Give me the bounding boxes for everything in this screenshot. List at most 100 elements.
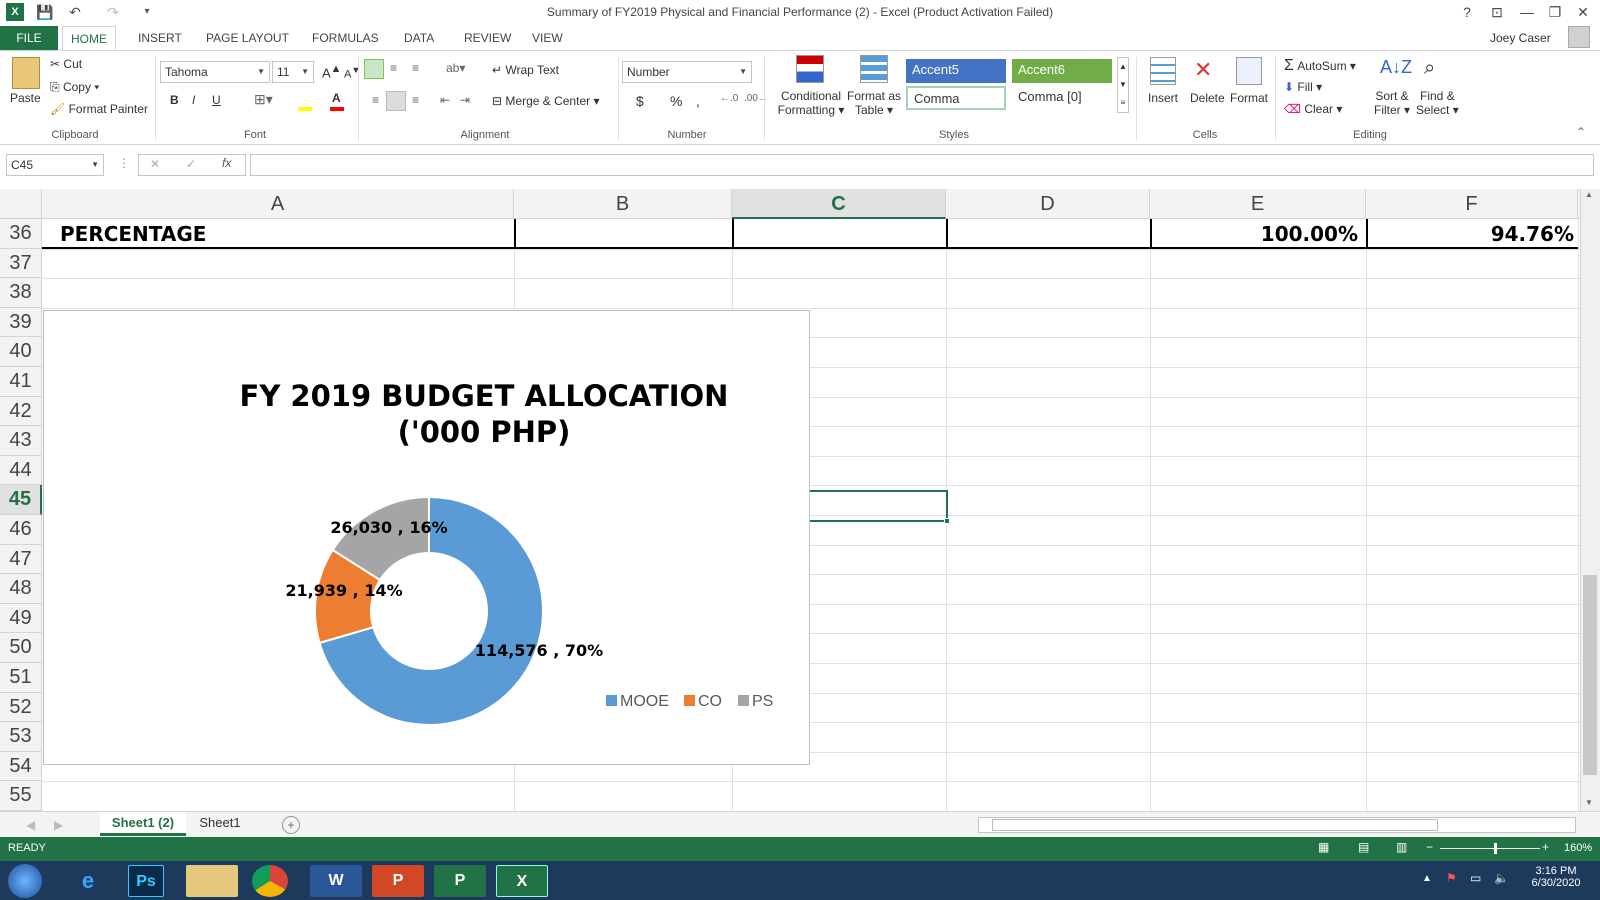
row-header-44[interactable]: 44: [0, 455, 42, 486]
action-center-icon[interactable]: ⚑: [1446, 871, 1457, 885]
sort-filter-button[interactable]: Sort & Filter ▾: [1374, 89, 1410, 117]
internet-explorer-icon[interactable]: e: [62, 865, 114, 897]
align-right-icon[interactable]: ≡: [412, 93, 419, 107]
photoshop-icon[interactable]: Ps: [128, 865, 164, 897]
comma-button[interactable]: ,: [696, 93, 700, 109]
style-comma[interactable]: Comma: [906, 86, 1006, 110]
insert-cells-icon[interactable]: [1150, 57, 1176, 85]
fill-handle[interactable]: [944, 518, 950, 524]
taskbar-clock[interactable]: 3:16 PM 6/30/2020: [1528, 865, 1584, 889]
row-header-47[interactable]: 47: [0, 544, 42, 575]
tab-home[interactable]: HOME: [62, 26, 116, 51]
align-left-icon[interactable]: ≡: [372, 93, 379, 107]
cell-f36[interactable]: 94.76%: [1366, 222, 1574, 246]
vertical-scroll-thumb[interactable]: [1583, 575, 1597, 775]
word-icon[interactable]: W: [310, 865, 362, 897]
tab-formulas[interactable]: FORMULAS: [304, 26, 387, 50]
cell-a36[interactable]: PERCENTAGE: [60, 222, 206, 246]
cell-e36[interactable]: 100.00%: [1150, 222, 1358, 246]
font-color-icon[interactable]: [330, 107, 344, 111]
decrease-indent-icon[interactable]: ⇤: [440, 93, 450, 107]
name-box[interactable]: C45 ▼: [6, 154, 104, 176]
row-header-50[interactable]: 50: [0, 633, 42, 663]
sheet-tab-sheet1-2[interactable]: Sheet1 (2): [100, 812, 186, 836]
font-size-select[interactable]: 11 ▼: [272, 61, 314, 83]
column-header-a[interactable]: A: [42, 189, 514, 219]
tab-file[interactable]: FILE: [0, 26, 58, 50]
format-button[interactable]: Format: [1230, 91, 1268, 105]
bold-button[interactable]: B: [170, 93, 179, 107]
clear-button[interactable]: ⌫ Clear ▾: [1284, 102, 1342, 116]
font-name-select[interactable]: Tahoma ▼: [160, 61, 270, 83]
row-header-54[interactable]: 54: [0, 751, 42, 782]
add-sheet-button[interactable]: +: [282, 816, 300, 834]
row-header-42[interactable]: 42: [0, 396, 42, 427]
avatar[interactable]: [1568, 26, 1590, 48]
page-break-view-icon[interactable]: ▥: [1396, 840, 1407, 854]
paste-icon[interactable]: [12, 57, 40, 89]
fill-color-icon[interactable]: [298, 107, 312, 111]
conditional-formatting-icon[interactable]: [796, 55, 824, 83]
normal-view-icon[interactable]: ▦: [1318, 840, 1329, 854]
binoculars-icon[interactable]: ⌕: [1424, 57, 1435, 80]
volume-icon[interactable]: 🔈: [1494, 871, 1509, 885]
bottom-align-icon[interactable]: ≡: [412, 61, 419, 75]
style-accent6[interactable]: Accent6: [1012, 59, 1112, 83]
zoom-out-button[interactable]: −: [1426, 840, 1433, 854]
cancel-icon[interactable]: ✕: [150, 157, 160, 171]
paste-button[interactable]: Paste: [10, 91, 41, 105]
increase-decimal-icon[interactable]: ←.0: [720, 93, 738, 104]
next-sheet-icon[interactable]: ▶: [54, 818, 63, 832]
styles-scroll-icon[interactable]: ▲ ▼ ≡: [1117, 57, 1129, 113]
conditional-formatting-button[interactable]: Conditional Formatting ▾: [776, 89, 846, 117]
sheet-tab-sheet1[interactable]: Sheet1: [190, 812, 250, 836]
enter-icon[interactable]: ✓: [186, 157, 196, 171]
powerpoint-icon[interactable]: P: [372, 865, 424, 897]
column-header-c[interactable]: C: [732, 189, 946, 219]
row-header-51[interactable]: 51: [0, 663, 42, 693]
wrap-text-button[interactable]: ↵ Wrap Text: [492, 63, 559, 77]
column-header-d[interactable]: D: [946, 189, 1150, 219]
zoom-slider-thumb[interactable]: [1494, 843, 1497, 854]
row-header-46[interactable]: 46: [0, 515, 42, 545]
format-as-table-icon[interactable]: [860, 55, 888, 83]
tab-review[interactable]: REVIEW: [456, 26, 519, 50]
close-button[interactable]: ✕: [1572, 2, 1594, 22]
merge-center-button[interactable]: ⊟ Merge & Center ▾: [492, 94, 599, 108]
autosum-button[interactable]: Σ AutoSum ▾: [1284, 57, 1356, 75]
start-button[interactable]: [8, 864, 42, 898]
cut-button[interactable]: ✂ Cut: [50, 57, 82, 71]
scroll-up-icon[interactable]: ▲: [1585, 190, 1593, 199]
middle-align-icon[interactable]: ≡: [390, 61, 397, 75]
row-header-38[interactable]: 38: [0, 278, 42, 308]
select-all-corner[interactable]: [0, 189, 42, 219]
restore-button[interactable]: ❐: [1544, 2, 1566, 22]
format-as-table-button[interactable]: Format as Table ▾: [846, 89, 902, 117]
format-painter-button[interactable]: 🖌 Format Painter: [50, 102, 148, 116]
row-header-45[interactable]: 45: [0, 485, 42, 515]
orientation-icon[interactable]: ab▾: [446, 61, 465, 75]
tab-page-layout[interactable]: PAGE LAYOUT: [198, 26, 297, 50]
delete-cells-icon[interactable]: ✕: [1194, 57, 1212, 83]
excel-taskbar-icon[interactable]: X: [496, 865, 548, 897]
help-button[interactable]: ?: [1456, 2, 1478, 22]
insert-function-button[interactable]: fx: [222, 156, 231, 170]
find-select-button[interactable]: Find & Select ▾: [1416, 89, 1459, 117]
minimize-button[interactable]: —: [1516, 2, 1538, 22]
row-header-43[interactable]: 43: [0, 426, 42, 456]
column-header-b[interactable]: B: [514, 189, 732, 219]
increase-indent-icon[interactable]: ⇥: [460, 93, 470, 107]
network-icon[interactable]: ▭: [1470, 871, 1481, 885]
copy-button[interactable]: ⎘ Copy ▾: [50, 80, 99, 95]
number-format-select[interactable]: Number ▼: [622, 61, 752, 83]
prev-sheet-icon[interactable]: ◀: [26, 818, 35, 832]
format-cells-icon[interactable]: [1236, 57, 1262, 85]
file-explorer-icon[interactable]: [186, 865, 238, 897]
row-header-41[interactable]: 41: [0, 367, 42, 397]
zoom-slider[interactable]: [1440, 848, 1540, 849]
style-accent5[interactable]: Accent5: [906, 59, 1006, 83]
page-layout-view-icon[interactable]: ▤: [1358, 840, 1369, 854]
top-align-icon[interactable]: [364, 59, 384, 79]
row-header-49[interactable]: 49: [0, 603, 42, 634]
grow-font-icon[interactable]: A▲: [322, 63, 341, 80]
